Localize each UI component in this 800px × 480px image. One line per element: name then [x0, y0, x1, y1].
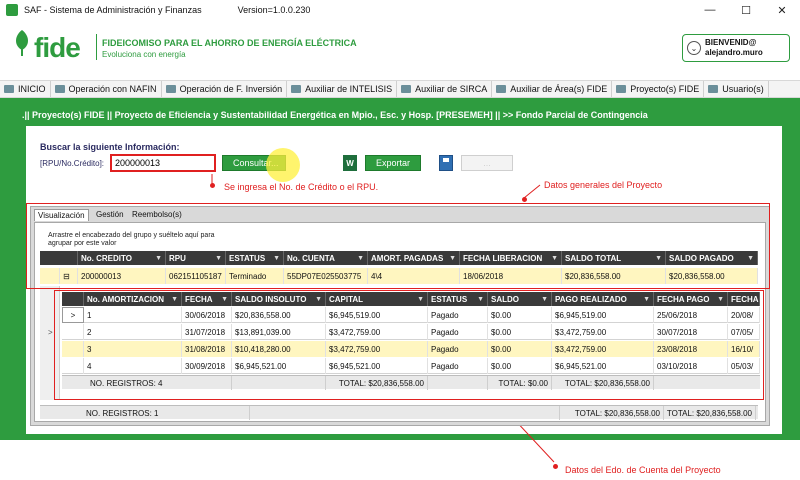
row-indicator-icon: > [48, 328, 53, 337]
version-label: Version=1.0.0.230 [237, 5, 311, 15]
detail-data-highlight [54, 290, 764, 400]
spacer [250, 406, 560, 420]
search-input[interactable] [110, 154, 216, 172]
close-icon[interactable]: ✕ [764, 0, 800, 20]
menu-item-label: Proyecto(s) FIDE [630, 84, 700, 94]
menu-icon [165, 85, 176, 93]
annotation-dot [553, 464, 558, 469]
menu-icon [616, 85, 627, 93]
username-label: alejandro.muro [705, 48, 763, 57]
leaf-logo-icon [16, 30, 28, 56]
app-header: fide FIDEICOMISO PARA EL AHORRO DE ENERG… [0, 20, 800, 76]
user-badge[interactable]: ⌄ BIENVENID@ alejandro.muro [682, 34, 790, 62]
brand-tagline: FIDEICOMISO PARA EL AHORRO DE ENERGÍA EL… [102, 38, 357, 48]
main-menu: INICIO Operación con NAFIN Operación de … [0, 80, 800, 98]
maximize-icon[interactable]: ☐ [728, 0, 764, 20]
menu-item-sirca[interactable]: Auxiliar de SIRCA [397, 81, 493, 97]
menu-item-nafin[interactable]: Operación con NAFIN [51, 81, 162, 97]
annotation-detail-note: Datos del Edo. de Cuenta del Proyecto [565, 465, 721, 475]
menu-item-label: INICIO [18, 84, 46, 94]
brand-slogan: Evoluciona con energía [102, 50, 186, 59]
menu-item-label: Auxiliar de INTELISIS [305, 84, 393, 94]
menu-item-label: Auxiliar de SIRCA [415, 84, 488, 94]
excel-icon[interactable]: W [343, 155, 357, 171]
annotation-dot [522, 197, 527, 202]
general-data-highlight [26, 203, 770, 289]
minimize-icon[interactable]: — [692, 0, 728, 20]
menu-item-inicio[interactable]: INICIO [0, 81, 51, 97]
welcome-label: BIENVENID@ [705, 38, 757, 47]
chevron-down-icon[interactable]: ⌄ [687, 41, 701, 55]
master-total-pagado: TOTAL: $20,836,558.00 [664, 406, 756, 420]
save-icon[interactable] [439, 155, 453, 171]
menu-icon [496, 85, 507, 93]
home-icon [4, 85, 14, 93]
menu-item-inversion[interactable]: Operación de F. Inversión [162, 81, 288, 97]
menu-item-usuarios[interactable]: Usuario(s) [704, 81, 769, 97]
breadcrumb: .|| Proyecto(s) FIDE || Proyecto de Efic… [22, 110, 648, 120]
master-total-saldo: TOTAL: $20,836,558.00 [560, 406, 664, 420]
disabled-button: ... [461, 155, 513, 171]
menu-item-label: Operación de F. Inversión [179, 84, 283, 94]
cursor-highlight [266, 148, 300, 182]
window-controls: — ☐ ✕ [692, 0, 800, 20]
app-window: SAF - Sistema de Administración y Finanz… [0, 0, 800, 480]
menu-item-intelisis[interactable]: Auxiliar de INTELISIS [287, 81, 398, 97]
window-title: SAF - Sistema de Administración y Finanz… [24, 5, 202, 15]
master-footer: NO. REGISTROS: 1 TOTAL: $20,836,558.00 T… [40, 405, 758, 420]
menu-item-label: Usuario(s) [722, 84, 764, 94]
menu-item-label: Auxiliar de Área(s) FIDE [510, 84, 608, 94]
search-label: [RPU/No.Crédito]: [40, 159, 105, 168]
menu-icon [54, 85, 65, 93]
menu-item-areas[interactable]: Auxiliar de Área(s) FIDE [492, 81, 613, 97]
annotation-general-note: Datos generales del Proyecto [544, 180, 663, 190]
user-greeting: BIENVENID@ alejandro.muro [705, 38, 763, 58]
menu-item-proyectos[interactable]: Proyecto(s) FIDE [612, 81, 705, 97]
search-title: Buscar la siguiente Información: [40, 142, 180, 152]
menu-item-label: Operación con NAFIN [68, 84, 157, 94]
exportar-button[interactable]: Exportar [365, 155, 421, 171]
app-icon [6, 4, 18, 16]
menu-icon [708, 85, 719, 93]
menu-icon [291, 85, 302, 93]
annotation-input-note: Se ingresa el No. de Crédito o el RPU. [224, 182, 379, 192]
title-bar: SAF - Sistema de Administración y Finanz… [0, 0, 800, 20]
logo-divider [96, 34, 97, 60]
master-record-count: NO. REGISTROS: 1 [40, 406, 250, 420]
menu-icon [401, 85, 412, 93]
annotation-dot [210, 183, 215, 188]
brand-logo: fide [34, 32, 81, 63]
